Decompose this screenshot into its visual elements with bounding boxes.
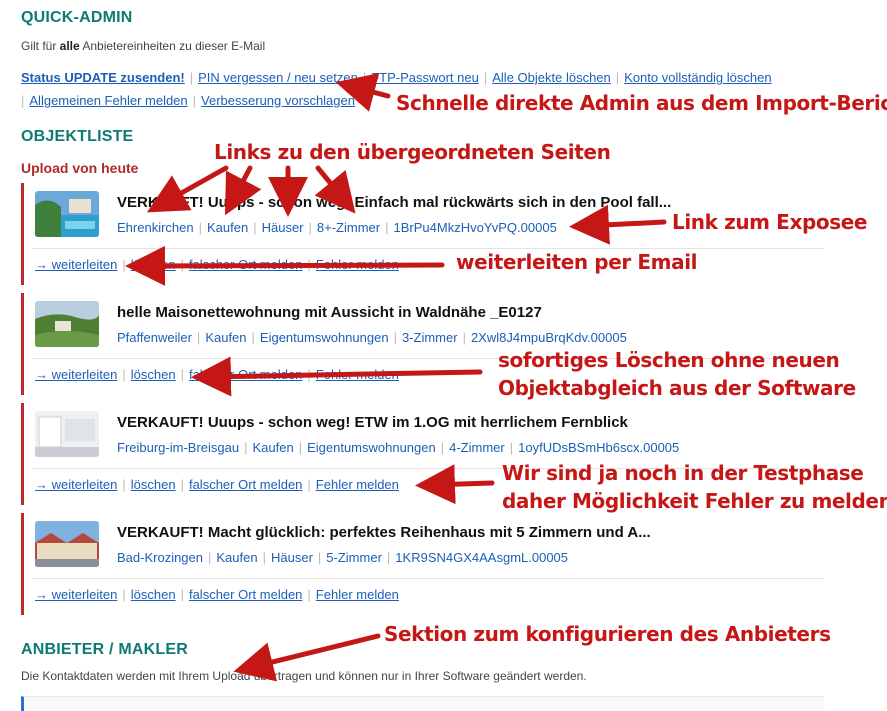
delete-link[interactable]: löschen — [131, 477, 176, 492]
listing-item: VERKAUFT! Macht glücklich: perfektes Rei… — [21, 513, 824, 615]
forward-link[interactable]: → weiterleiten — [35, 477, 117, 492]
wrong-location-link[interactable]: falscher Ort melden — [189, 367, 302, 382]
provider-box — [21, 696, 824, 711]
listing-type-link[interactable]: Eigentumswohnungen — [260, 330, 389, 345]
wrong-location-link[interactable]: falscher Ort melden — [189, 257, 302, 272]
divider — [32, 248, 824, 249]
listing-rooms-link[interactable]: 5-Zimmer — [326, 550, 382, 565]
listing-deal-link[interactable]: Kaufen — [216, 550, 257, 565]
listing-title[interactable]: VERKAUFT! Uuups - schon weg: Einfach mal… — [117, 194, 671, 211]
annotation-delete-1: sofortiges Löschen ohne neuen — [498, 348, 840, 372]
listing-thumbnail[interactable] — [35, 521, 99, 567]
listing-city-link[interactable]: Pfaffenweiler — [117, 330, 192, 345]
forward-link[interactable]: → weiterleiten — [35, 257, 117, 272]
wrong-location-link[interactable]: falscher Ort melden — [189, 587, 302, 602]
listing-city-link[interactable]: Freiburg-im-Breisgau — [117, 440, 239, 455]
ftp-password-link[interactable]: FTP-Passwort neu — [371, 70, 479, 85]
forward-link[interactable]: → weiterleiten — [35, 587, 117, 602]
pin-reset-link[interactable]: PIN vergessen / neu setzen — [198, 70, 358, 85]
listing-meta: Ehrenkirchen | Kaufen | Häuser | 8+-Zimmer | 1Br… — [117, 220, 557, 235]
wrong-location-link[interactable]: falscher Ort melden — [189, 477, 302, 492]
divider — [32, 578, 824, 579]
annotation-expose: Link zum Exposee — [672, 210, 868, 234]
listing-actions: → weiterleiten | löschen | falscher Ort meld… — [35, 367, 399, 382]
listing-item: VERKAUFT! Uuups - schon weg: Einfach mal… — [21, 183, 824, 285]
listing-city-link[interactable]: Ehrenkirchen — [117, 220, 194, 235]
listing-deal-link[interactable]: Kaufen — [207, 220, 248, 235]
quick-admin-subtitle: Gilt für alle Anbietereinheiten zu diese… — [21, 39, 266, 53]
annotation-parent-links: Links zu den übergeordneten Seiten — [214, 140, 611, 164]
listing-actions: → weiterleiten | löschen | falscher Ort meld… — [35, 257, 399, 272]
delete-link[interactable]: löschen — [131, 367, 176, 382]
report-error-link[interactable]: Fehler melden — [316, 477, 399, 492]
listing-title[interactable]: VERKAUFT! Uuups - schon weg! ETW im 1.OG… — [117, 414, 628, 431]
listing-meta: Pfaffenweiler | Kaufen | Eigentumswohnungen |… — [117, 330, 627, 345]
listing-expose-link[interactable]: 1BrPu4MkzHvoYvPQ.00005 — [394, 220, 557, 235]
listing-type-link[interactable]: Häuser — [262, 220, 304, 235]
annotation-report-2: daher Möglichkeit Fehler zu melden — [502, 489, 887, 513]
listing-city-link[interactable]: Bad-Krozingen — [117, 550, 203, 565]
listing-rooms-link[interactable]: 8+-Zimmer — [317, 220, 380, 235]
report-general-error-link[interactable]: Allgemeinen Fehler melden — [29, 93, 187, 108]
listing-type-link[interactable]: Eigentumswohnungen — [307, 440, 436, 455]
listing-thumbnail[interactable] — [35, 411, 99, 457]
listing-rooms-link[interactable]: 4-Zimmer — [449, 440, 505, 455]
objektliste-title: OBJEKTLISTE — [21, 128, 134, 145]
status-update-link[interactable]: Status UPDATE zusenden! — [21, 70, 185, 85]
forward-link[interactable]: → weiterleiten — [35, 367, 117, 382]
suggest-improvement-link[interactable]: Verbesserung vorschlagen — [201, 93, 355, 108]
listing-deal-link[interactable]: Kaufen — [252, 440, 293, 455]
delete-account-link[interactable]: Konto vollständig löschen — [624, 70, 771, 85]
anbieter-subtitle: Die Kontaktdaten werden mit Ihrem Upload… — [21, 669, 587, 683]
listing-type-link[interactable]: Häuser — [271, 550, 313, 565]
listing-title[interactable]: VERKAUFT! Macht glücklich: perfektes Rei… — [117, 524, 651, 541]
listing-meta: Bad-Krozingen | Kaufen | Häuser | 5-Zimmer | 1KR… — [117, 550, 569, 565]
listing-expose-link[interactable]: 1oyfUDsBSmHb6scx.00005 — [518, 440, 679, 455]
delete-link[interactable]: löschen — [131, 257, 176, 272]
report-error-link[interactable]: Fehler melden — [316, 257, 399, 272]
listing-meta: Freiburg-im-Breisgau | Kaufen | Eigentumswoh… — [117, 440, 680, 455]
upload-today-heading: Upload von heute — [21, 160, 139, 176]
report-error-link[interactable]: Fehler melden — [316, 367, 399, 382]
listing-actions: → weiterleiten | löschen | falscher Ort meld… — [35, 587, 399, 602]
listing-title[interactable]: helle Maisonettewohnung mit Aussicht in … — [117, 304, 542, 321]
listing-thumbnail[interactable] — [35, 301, 99, 347]
anbieter-title: ANBIETER / MAKLER — [21, 641, 188, 658]
quick-admin-title: QUICK-ADMIN — [21, 9, 133, 26]
annotation-delete-2: Objektabgleich aus der Software — [498, 376, 856, 400]
annotation-admin: Schnelle direkte Admin aus dem Import-Be… — [396, 91, 887, 115]
annotation-forward: weiterleiten per Email — [456, 250, 698, 274]
listing-deal-link[interactable]: Kaufen — [205, 330, 246, 345]
listing-actions: → weiterleiten | löschen | falscher Ort meld… — [35, 477, 399, 492]
delete-all-objects-link[interactable]: Alle Objekte löschen — [492, 70, 611, 85]
report-error-link[interactable]: Fehler melden — [316, 587, 399, 602]
delete-link[interactable]: löschen — [131, 587, 176, 602]
listing-rooms-link[interactable]: 3-Zimmer — [402, 330, 458, 345]
listing-expose-link[interactable]: 1KR9SN4GX4AAsgmL.00005 — [395, 550, 568, 565]
listing-thumbnail[interactable] — [35, 191, 99, 237]
annotation-report-1: Wir sind ja noch in der Testphase — [502, 461, 864, 485]
listing-expose-link[interactable]: 2Xwl8J4mpuBrqKdv.00005 — [471, 330, 627, 345]
annotation-provider: Sektion zum konfigurieren des Anbieters — [384, 622, 831, 646]
